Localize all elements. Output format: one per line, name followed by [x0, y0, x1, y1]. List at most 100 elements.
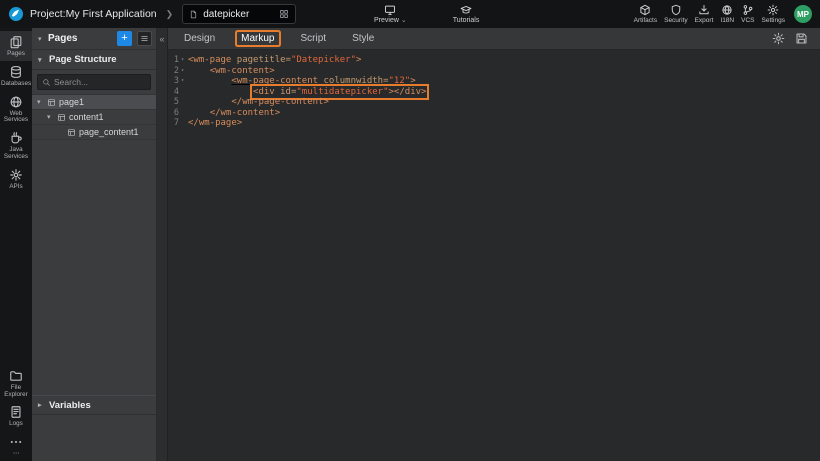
- code-line-5: 5 </wm-page-content>: [168, 97, 820, 108]
- code-line-1: 1▾<wm-page pagetitle="Datepicker">: [168, 55, 820, 66]
- line-gutter: 1▾: [168, 55, 186, 66]
- tree-item-label: page_content1: [79, 127, 139, 137]
- tutorials-button[interactable]: Tutorials: [453, 4, 480, 24]
- preview-label: Preview: [374, 17, 399, 24]
- sidebar-item-web-services[interactable]: Web Services: [0, 91, 32, 128]
- export-icon: [698, 4, 710, 16]
- code-line-3: 3▾ <wm-page-content columnwidth="12">: [168, 76, 820, 87]
- editor-area: Design Markup Script Style 1▾<wm-page paget…: [168, 28, 820, 461]
- panel-menu-button[interactable]: [137, 31, 152, 46]
- web-services-icon: [9, 95, 23, 109]
- code-text[interactable]: <wm-page pagetitle="Datepicker">: [186, 55, 361, 66]
- tab-script[interactable]: Script: [297, 32, 331, 45]
- add-page-button[interactable]: +: [117, 31, 132, 46]
- editor-actions: [772, 32, 808, 45]
- tab-markup[interactable]: Markup: [237, 32, 278, 45]
- wavemaker-studio: Project:My First Application ❯ datepicke…: [0, 0, 820, 461]
- search-input[interactable]: [54, 77, 146, 87]
- grid-icon[interactable]: [279, 9, 289, 19]
- sidebar-item-apis[interactable]: APIs: [0, 164, 32, 194]
- artifacts-icon: [639, 4, 651, 16]
- tree-item-page_content1[interactable]: page_content1: [32, 125, 156, 140]
- more-icon: [9, 435, 23, 449]
- variables-header[interactable]: ▸ Variables: [32, 395, 156, 415]
- sidebar-item-pages[interactable]: Pages: [0, 31, 32, 61]
- sidebar-item-label: APIs: [9, 184, 22, 191]
- tutorials-label: Tutorials: [453, 17, 480, 24]
- preview-icon: [384, 4, 396, 16]
- search-area: [32, 70, 156, 95]
- editor-tabbar: Design Markup Script Style: [168, 28, 820, 50]
- rail-spacer: [0, 194, 32, 365]
- sidebar-item-label: Java Services: [1, 147, 31, 161]
- code-text[interactable]: </wm-page>: [186, 118, 242, 129]
- sidebar-item-label: Pages: [7, 51, 25, 58]
- caret-down-icon[interactable]: ▾: [47, 113, 54, 121]
- tree-item-page1[interactable]: ▾page1: [32, 95, 156, 110]
- logs-icon: [9, 405, 23, 419]
- export-button[interactable]: Export: [695, 4, 714, 24]
- chevron-down-icon[interactable]: ⌄: [401, 18, 407, 23]
- pages-panel-title: Pages: [48, 33, 77, 44]
- security-icon: [670, 4, 682, 16]
- caret-down-icon[interactable]: ▾: [38, 35, 45, 43]
- editor-tabs: Design Markup Script Style: [180, 32, 378, 45]
- vcs-button[interactable]: VCS: [741, 4, 754, 24]
- panel-footer-space: [32, 415, 156, 461]
- sidebar-item-file-explorer[interactable]: File Explorer: [0, 365, 32, 402]
- export-label: Export: [695, 17, 714, 24]
- line-number: 5: [174, 97, 179, 108]
- sidebar-item-more[interactable]: ⋯: [0, 431, 32, 461]
- i18n-button[interactable]: I18N: [720, 4, 734, 24]
- sidebar-item-label: Logs: [9, 421, 23, 428]
- settings-button[interactable]: Settings: [762, 4, 786, 24]
- artifacts-button[interactable]: Artifacts: [634, 4, 657, 24]
- vcs-label: VCS: [741, 17, 754, 24]
- left-rail: Pages Databases Web Services Java Services A…: [0, 28, 32, 461]
- caret-right-icon: ▸: [38, 401, 45, 409]
- line-gutter: 3▾: [168, 76, 186, 87]
- fold-toggle-icon[interactable]: ▾: [179, 55, 186, 66]
- search-icon: [42, 78, 51, 87]
- tab-design[interactable]: Design: [180, 32, 219, 45]
- code-line-6: 6 </wm-content>: [168, 108, 820, 119]
- sidebar-item-java-services[interactable]: Java Services: [0, 127, 32, 164]
- sidebar-item-label: Databases: [1, 81, 31, 88]
- collapse-panel-icon[interactable]: «: [159, 34, 164, 44]
- app-logo-icon[interactable]: [8, 6, 24, 22]
- code-text[interactable]: </wm-page-content>: [186, 97, 329, 108]
- caret-down-icon[interactable]: ▾: [37, 98, 44, 106]
- tutorials-icon: [460, 4, 472, 16]
- settings-gear-icon[interactable]: [772, 32, 785, 45]
- artifacts-label: Artifacts: [634, 17, 657, 24]
- java-services-icon: [9, 131, 23, 145]
- page-structure-header[interactable]: ▾ Page Structure: [32, 50, 156, 70]
- sidebar-item-databases[interactable]: Databases: [0, 61, 32, 91]
- vcs-icon: [742, 4, 754, 16]
- tab-style[interactable]: Style: [348, 32, 378, 45]
- sidebar-item-label: ⋯: [13, 451, 19, 458]
- user-avatar[interactable]: MP: [794, 5, 812, 23]
- databases-icon: [9, 65, 23, 79]
- page-tab-label: datepicker: [203, 9, 274, 20]
- topbar-right: Artifacts Security Export I18N VCS Settings M…: [634, 4, 812, 24]
- fold-toggle-icon[interactable]: ▾: [179, 76, 186, 87]
- save-icon[interactable]: [795, 32, 808, 45]
- list-icon: [140, 31, 149, 46]
- fold-toggle-icon[interactable]: ▾: [179, 66, 186, 77]
- file-explorer-icon: [9, 369, 23, 383]
- rail-top-group: Pages Databases Web Services Java Services A…: [0, 31, 32, 194]
- line-gutter: 4: [168, 87, 186, 98]
- preview-button[interactable]: Preview⌄: [374, 4, 407, 24]
- sidebar-item-logs[interactable]: Logs: [0, 401, 32, 431]
- page-tab-datepicker[interactable]: datepicker: [182, 4, 296, 24]
- code-text[interactable]: <wm-content>: [186, 66, 275, 77]
- line-gutter: 2▾: [168, 66, 186, 77]
- tree-item-content1[interactable]: ▾content1: [32, 110, 156, 125]
- code-text[interactable]: </wm-content>: [186, 108, 280, 119]
- panel-collapse-strip[interactable]: «: [157, 28, 168, 461]
- security-button[interactable]: Security: [664, 4, 687, 24]
- markup-code-editor[interactable]: 1▾<wm-page pagetitle="Datepicker">2▾ <wm…: [168, 50, 820, 461]
- code-text[interactable]: <div id="multidatepicker"></div>: [186, 87, 426, 98]
- code-text[interactable]: <wm-page-content columnwidth="12">: [186, 76, 416, 87]
